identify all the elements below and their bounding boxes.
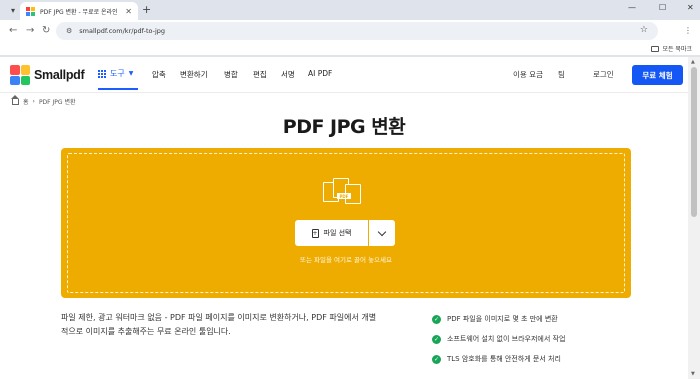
smallpdf-logo[interactable]: Smallpdf [10,65,85,85]
page-viewport: Smallpdf 도구 ▼ 압축 변환하기 병합 편집 서명 AI PDF 이용… [0,57,688,379]
file-dropzone[interactable]: PDF + 파일 선택 또는 파일을 여기로 끌어 놓으세요 [61,148,631,298]
home-icon[interactable] [11,94,19,105]
breadcrumb: 홈 › PDF JPG 변환 [11,94,76,106]
page-title: PDF JPG 변환 [282,116,406,138]
window-close-icon[interactable]: ✕ [687,3,694,12]
drop-hint: 또는 파일을 여기로 끌어 놓으세요 [300,256,392,264]
nav-convert[interactable]: 변환하기 [180,69,208,80]
choose-file-button[interactable]: + 파일 선택 [295,220,368,246]
tab-title: PDF JPG 변환 - 무료로 온라인 [40,8,118,16]
nav-edit[interactable]: 편집 [253,69,267,80]
nav-pricing[interactable]: 이용 요금 [513,69,543,80]
brand-name: Smallpdf [34,68,85,82]
choose-file-label: 파일 선택 [323,229,352,237]
check-circle-icon: ✓ [432,314,441,324]
tool-description: 파일 제한, 광고 워터마크 없음 - PDF 파일 페이지를 이미지로 변환하… [61,313,377,336]
tools-label: 도구 [110,69,125,78]
free-trial-button[interactable]: 무료 체험 [632,65,683,85]
browser-menu-icon[interactable]: ⋮ [684,26,692,35]
active-nav-indicator [98,88,138,90]
scroll-up-icon[interactable]: ▲ [691,59,695,65]
browser-tab[interactable]: PDF JPG 변환 - 무료로 온라인 ✕ [20,2,138,20]
page-scrollbar[interactable]: ▲ ▼ [688,57,700,379]
nav-team[interactable]: 팀 [558,69,565,80]
chevron-down-icon: ▼ [128,70,134,77]
all-bookmarks-label: 모든 북마크 [662,46,692,53]
check-circle-icon: ✓ [432,354,441,364]
smallpdf-logo-icon [10,65,30,85]
feature-text: TLS 암호화를 통해 안전하게 문서 처리 [447,355,561,363]
browser-tab-strip: ▾ PDF JPG 변환 - 무료로 온라인 ✕ + — ☐ ✕ [0,0,700,20]
chevron-down-icon [377,227,387,236]
feature-list: ✓ PDF 파일을 이미지로 몇 초 만에 변환 ✓ 소프트웨어 설치 없이 브… [432,309,565,369]
address-bar[interactable]: ⚙ smallpdf.com/kr/pdf-to-jpg ☆ [56,22,658,40]
all-bookmarks-button[interactable]: 모든 북마크 [651,44,692,53]
files-illustration-icon: PDF [320,178,370,210]
reload-icon[interactable]: ↻ [42,25,50,36]
forward-arrow-icon[interactable]: → [26,25,34,36]
scroll-down-icon[interactable]: ▼ [691,371,695,377]
nav-ai-pdf[interactable]: AI PDF [308,69,332,78]
site-header: Smallpdf 도구 ▼ 압축 변환하기 병합 편집 서명 AI PDF 이용… [0,57,688,93]
breadcrumb-home[interactable]: 홈 [23,97,29,106]
feature-item: ✓ TLS 암호화를 통해 안전하게 문서 처리 [432,349,565,369]
feature-item: ✓ 소프트웨어 설치 없이 브라우저에서 작업 [432,329,565,349]
file-plus-icon: + [311,228,319,238]
tools-menu-button[interactable]: 도구 ▼ [98,68,133,79]
feature-text: PDF 파일을 이미지로 몇 초 만에 변환 [447,315,558,323]
nav-merge[interactable]: 병합 [224,69,238,80]
smallpdf-favicon-icon [26,6,35,16]
feature-item: ✓ PDF 파일을 이미지로 몇 초 만에 변환 [432,309,565,329]
feature-text: 소프트웨어 설치 없이 브라우저에서 작업 [447,335,566,343]
back-arrow-icon[interactable]: ← [9,25,17,36]
grid-icon [98,69,106,78]
breadcrumb-separator-icon: › [32,98,35,105]
tab-search-chevron-icon[interactable]: ▾ [6,4,20,17]
nav-sign[interactable]: 서명 [281,69,295,80]
maximize-icon[interactable]: ☐ [659,3,666,12]
bookmark-star-icon[interactable]: ☆ [640,25,648,35]
minimize-icon[interactable]: — [628,3,636,12]
site-info-icon[interactable]: ⚙ [66,27,72,35]
nav-compress[interactable]: 압축 [152,69,166,80]
file-source-dropdown-button[interactable] [369,220,395,246]
pdf-badge: PDF [337,193,351,199]
folder-icon [651,45,660,52]
bookmarks-bar: 모든 북마크 [0,42,700,56]
login-link[interactable]: 로그인 [593,69,614,80]
new-tab-plus-icon[interactable]: + [142,3,151,16]
scrollbar-thumb[interactable] [691,67,697,217]
check-circle-icon: ✓ [432,334,441,344]
browser-toolbar: ← → ↻ ⚙ smallpdf.com/kr/pdf-to-jpg ☆ ⋮ [0,20,700,42]
breadcrumb-current: PDF JPG 변환 [38,99,76,106]
tab-close-icon[interactable]: ✕ [125,7,132,16]
url-text[interactable]: smallpdf.com/kr/pdf-to-jpg [79,27,165,35]
